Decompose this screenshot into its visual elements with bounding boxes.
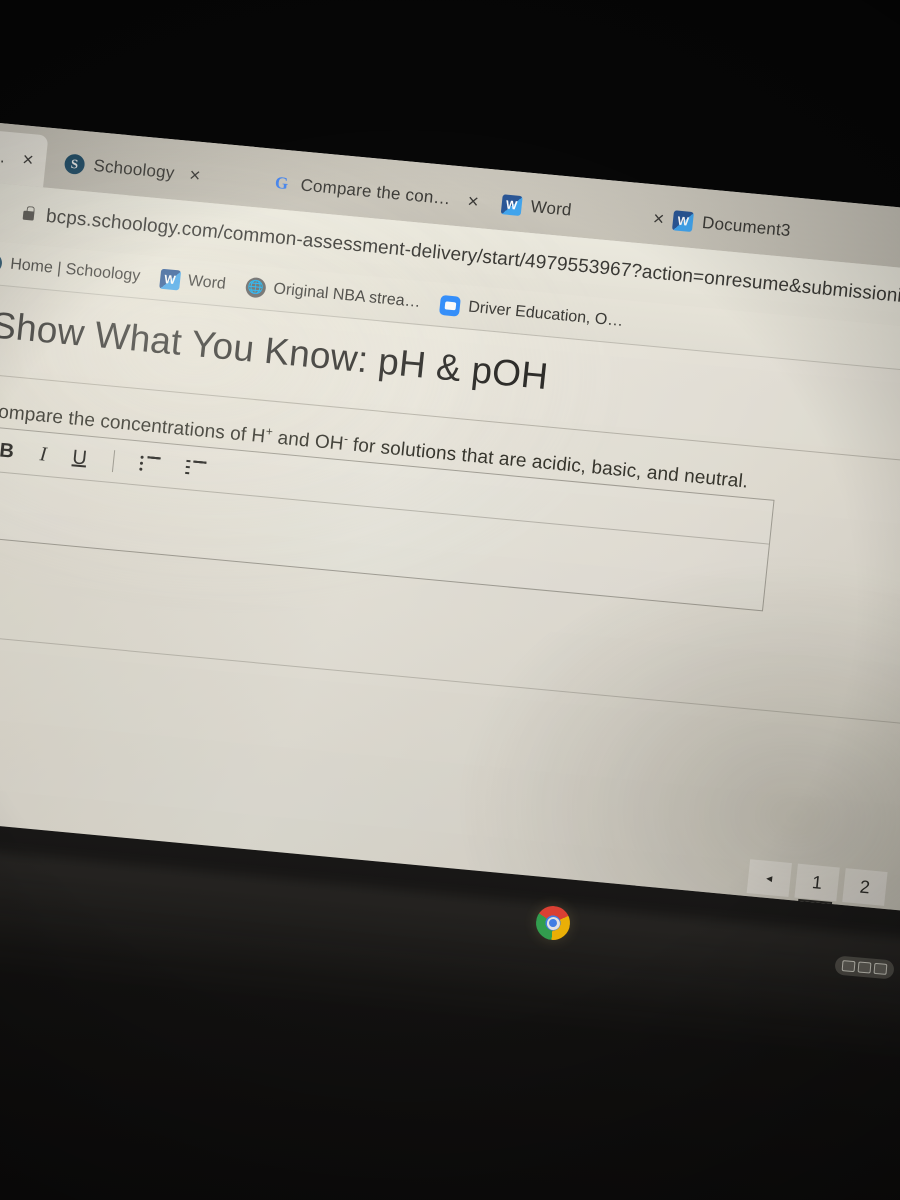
browser-window: GSS CHEMISTRY GT × S Schoology × G Compa… bbox=[0, 112, 900, 913]
battery-icon bbox=[857, 961, 872, 974]
tab-title: GSS CHEMISTRY GT bbox=[0, 136, 9, 168]
bookmark-label: Driver Education, O… bbox=[467, 298, 625, 330]
page-content: Show What You Know: pH & pOH Compare the… bbox=[0, 274, 900, 913]
zoom-icon bbox=[439, 294, 462, 317]
pagination-page-1[interactable]: 1 bbox=[794, 863, 840, 902]
bookmark-home-schoology[interactable]: S Home | Schoology bbox=[0, 251, 142, 287]
question-mid: and OH bbox=[271, 427, 345, 455]
laptop-display: GSS CHEMISTRY GT × S Schoology × G Compa… bbox=[0, 112, 900, 913]
google-icon: G bbox=[274, 173, 290, 194]
tab-title: Compare the concentr bbox=[299, 175, 454, 210]
pagination-prev-button[interactable]: ◂ bbox=[746, 859, 792, 897]
close-icon[interactable]: × bbox=[652, 208, 665, 230]
bookmark-label: Home | Schoology bbox=[9, 255, 142, 285]
bulleted-list-icon[interactable] bbox=[138, 455, 161, 473]
bookmark-label: Original NBA strea… bbox=[272, 279, 422, 311]
tab-title: Document3 bbox=[701, 213, 792, 241]
schoology-icon: S bbox=[63, 153, 86, 176]
numbered-list-icon[interactable] bbox=[184, 459, 207, 477]
italic-button[interactable]: I bbox=[39, 443, 48, 466]
word-icon: W bbox=[500, 194, 523, 216]
word-icon: W bbox=[672, 210, 695, 233]
globe-icon: 🌐 bbox=[244, 276, 267, 298]
photo-of-laptop-screen: GSS CHEMISTRY GT × S Schoology × G Compa… bbox=[0, 0, 900, 1200]
pagination-page-2[interactable]: 2 bbox=[842, 868, 888, 906]
toolbar-divider bbox=[111, 449, 115, 472]
lock-icon bbox=[22, 210, 35, 221]
bold-button[interactable]: B bbox=[0, 439, 15, 462]
bookmark-label: Word bbox=[187, 271, 227, 293]
section-divider bbox=[0, 633, 900, 728]
pagination-page-3[interactable]: 3 bbox=[890, 873, 900, 911]
tab-gss-chemistry[interactable]: GSS CHEMISTRY GT × bbox=[0, 119, 49, 188]
network-icon bbox=[841, 960, 856, 973]
clock-icon bbox=[873, 962, 888, 975]
close-icon[interactable]: × bbox=[467, 191, 480, 213]
schoology-icon: S bbox=[0, 251, 4, 274]
assessment-column: Show What You Know: pH & pOH Compare the… bbox=[0, 285, 900, 913]
bookmark-word[interactable]: W Word bbox=[159, 268, 227, 294]
word-icon: W bbox=[159, 268, 182, 290]
close-icon[interactable]: × bbox=[21, 149, 34, 171]
underline-button[interactable]: U bbox=[71, 446, 88, 469]
tab-title: Schoology bbox=[92, 156, 176, 183]
close-icon[interactable]: × bbox=[188, 164, 201, 186]
tab-title: Word bbox=[529, 196, 573, 220]
bookmark-driver-education[interactable]: Driver Education, O… bbox=[439, 294, 624, 331]
bookmark-original-nba-stream[interactable]: 🌐 Original NBA strea… bbox=[244, 276, 422, 312]
